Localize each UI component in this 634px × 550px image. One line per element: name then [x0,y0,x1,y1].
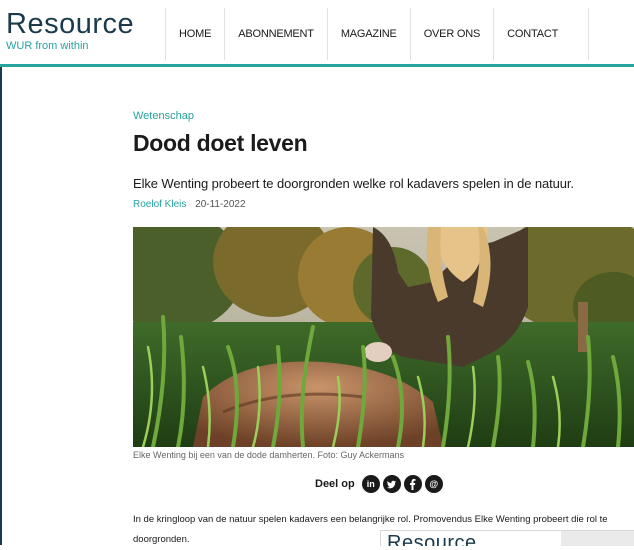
logo-tagline: WUR from within [6,40,89,52]
overlay-panel [561,531,634,546]
publish-date: 20-11-2022 [195,199,246,210]
facebook-icon[interactable] [403,475,422,493]
article-category[interactable]: Wetenschap [133,110,194,122]
share-label: Deel op [315,478,355,490]
nav-abonnement[interactable]: ABONNEMENT [224,8,327,60]
share-bar: Deel op in @ [315,475,443,493]
photo-illustration [133,227,634,447]
nav-contact[interactable]: CONTACT [493,8,590,60]
site-header: Resource WUR from within HOME ABONNEMENT… [0,0,634,67]
article-byline: Roelof Kleis 20-11-2022 [133,199,246,210]
email-icon[interactable]: @ [424,475,443,493]
twitter-icon[interactable] [382,475,401,493]
site-logo[interactable]: Resource WUR from within [6,9,134,52]
photo-caption: Elke Wenting bij een van de dode damhert… [133,450,404,460]
nav-home[interactable]: HOME [165,8,224,60]
logo-text: Resource [6,8,135,40]
linkedin-icon[interactable]: in [361,475,380,493]
main-nav: HOME ABONNEMENT MAGAZINE OVER ONS CONTAC… [165,8,590,60]
article-title: Dood doet leven [133,130,308,156]
body-line-1: In de kringloop van de natuur spelen kad… [133,514,608,525]
author-link[interactable]: Roelof Kleis [133,199,186,210]
nav-magazine[interactable]: MAGAZINE [326,8,410,60]
window-edge [0,0,2,545]
overlay-logo: Resource [387,532,477,546]
nav-over-ons[interactable]: OVER ONS [409,8,493,60]
overlay-popup[interactable]: Resource [380,530,634,546]
article-intro: Elke Wenting probeert te doorgronden wel… [133,176,574,191]
article-photo [133,227,634,447]
